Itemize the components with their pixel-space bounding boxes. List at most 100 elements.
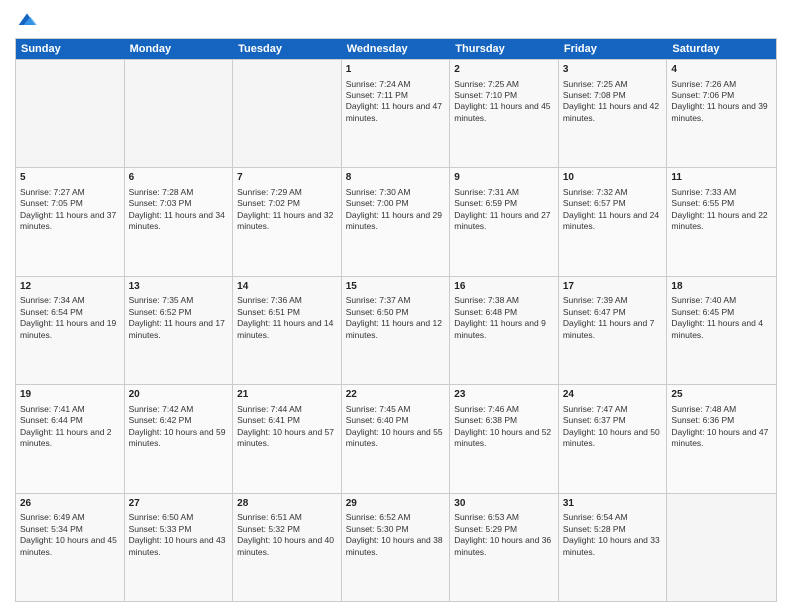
calendar-cell-21: 21 Sunrise: 7:44 AM Sunset: 6:41 PM Dayli… xyxy=(233,385,342,492)
day-info: Sunrise: 6:49 AM Sunset: 5:34 PM Dayligh… xyxy=(20,512,120,558)
calendar-cell-8: 8 Sunrise: 7:30 AM Sunset: 7:00 PM Daylig… xyxy=(342,168,451,275)
calendar-cell-10: 10Sunrise: 7:32 AM Sunset: 6:57 PM Dayli… xyxy=(559,168,668,275)
day-info: Sunrise: 6:52 AM Sunset: 5:30 PM Dayligh… xyxy=(346,512,446,558)
calendar-body: 1 Sunrise: 7:24 AM Sunset: 7:11 PM Daylig… xyxy=(16,59,776,601)
calendar-cell-20: 20 Sunrise: 7:42 AM Sunset: 6:42 PM Dayli… xyxy=(125,385,234,492)
calendar-cell-24: 24 Sunrise: 7:47 AM Sunset: 6:37 PM Dayli… xyxy=(559,385,668,492)
calendar-row-1: 5Sunrise: 7:27 AM Sunset: 7:05 PM Daylig… xyxy=(16,167,776,275)
calendar-cell-2: 2Sunrise: 7:25 AM Sunset: 7:10 PM Daylig… xyxy=(450,60,559,167)
calendar-cell-empty xyxy=(667,494,776,601)
day-info: Sunrise: 7:28 AM Sunset: 7:03 PM Dayligh… xyxy=(129,187,229,233)
day-info: Sunrise: 7:31 AM Sunset: 6:59 PM Dayligh… xyxy=(454,187,554,233)
day-info: Sunrise: 7:41 AM Sunset: 6:44 PM Dayligh… xyxy=(20,404,120,450)
calendar-cell-4: 4 Sunrise: 7:26 AM Sunset: 7:06 PM Daylig… xyxy=(667,60,776,167)
calendar-row-2: 12Sunrise: 7:34 AM Sunset: 6:54 PM Dayli… xyxy=(16,276,776,384)
day-number: 2 xyxy=(454,63,554,77)
page: SundayMondayTuesdayWednesdayThursdayFrid… xyxy=(0,0,792,612)
calendar-cell-11: 11 Sunrise: 7:33 AM Sunset: 6:55 PM Dayli… xyxy=(667,168,776,275)
day-info: Sunrise: 7:40 AM Sunset: 6:45 PM Dayligh… xyxy=(671,295,772,341)
day-number: 23 xyxy=(454,388,554,402)
logo xyxy=(15,10,37,30)
day-info: Sunrise: 7:48 AM Sunset: 6:36 PM Dayligh… xyxy=(671,404,772,450)
day-number: 4 xyxy=(671,63,772,77)
calendar-row-0: 1 Sunrise: 7:24 AM Sunset: 7:11 PM Daylig… xyxy=(16,59,776,167)
day-info: Sunrise: 7:45 AM Sunset: 6:40 PM Dayligh… xyxy=(346,404,446,450)
day-number: 11 xyxy=(671,171,772,185)
calendar-cell-27: 27Sunrise: 6:50 AM Sunset: 5:33 PM Dayli… xyxy=(125,494,234,601)
calendar-cell-12: 12Sunrise: 7:34 AM Sunset: 6:54 PM Dayli… xyxy=(16,277,125,384)
calendar-cell-26: 26Sunrise: 6:49 AM Sunset: 5:34 PM Dayli… xyxy=(16,494,125,601)
day-number: 28 xyxy=(237,497,337,511)
calendar-cell-28: 28Sunrise: 6:51 AM Sunset: 5:32 PM Dayli… xyxy=(233,494,342,601)
weekday-header-friday: Friday xyxy=(559,39,668,59)
day-info: Sunrise: 7:46 AM Sunset: 6:38 PM Dayligh… xyxy=(454,404,554,450)
calendar-cell-16: 16Sunrise: 7:38 AM Sunset: 6:48 PM Dayli… xyxy=(450,277,559,384)
calendar-cell-1: 1 Sunrise: 7:24 AM Sunset: 7:11 PM Daylig… xyxy=(342,60,451,167)
day-number: 17 xyxy=(563,280,663,294)
calendar-cell-23: 23 Sunrise: 7:46 AM Sunset: 6:38 PM Dayli… xyxy=(450,385,559,492)
weekday-header-thursday: Thursday xyxy=(450,39,559,59)
day-info: Sunrise: 7:44 AM Sunset: 6:41 PM Dayligh… xyxy=(237,404,337,450)
day-number: 21 xyxy=(237,388,337,402)
calendar-row-4: 26Sunrise: 6:49 AM Sunset: 5:34 PM Dayli… xyxy=(16,493,776,601)
day-number: 14 xyxy=(237,280,337,294)
day-number: 1 xyxy=(346,63,446,77)
day-number: 30 xyxy=(454,497,554,511)
day-number: 24 xyxy=(563,388,663,402)
day-number: 15 xyxy=(346,280,446,294)
day-info: Sunrise: 7:47 AM Sunset: 6:37 PM Dayligh… xyxy=(563,404,663,450)
day-info: Sunrise: 6:53 AM Sunset: 5:29 PM Dayligh… xyxy=(454,512,554,558)
day-info: Sunrise: 7:30 AM Sunset: 7:00 PM Dayligh… xyxy=(346,187,446,233)
weekday-header-wednesday: Wednesday xyxy=(342,39,451,59)
weekday-header-sunday: Sunday xyxy=(16,39,125,59)
day-number: 20 xyxy=(129,388,229,402)
calendar-cell-17: 17Sunrise: 7:39 AM Sunset: 6:47 PM Dayli… xyxy=(559,277,668,384)
calendar-cell-18: 18Sunrise: 7:40 AM Sunset: 6:45 PM Dayli… xyxy=(667,277,776,384)
day-info: Sunrise: 7:26 AM Sunset: 7:06 PM Dayligh… xyxy=(671,79,772,125)
calendar-cell-25: 25 Sunrise: 7:48 AM Sunset: 6:36 PM Dayli… xyxy=(667,385,776,492)
calendar-header: SundayMondayTuesdayWednesdayThursdayFrid… xyxy=(16,39,776,59)
calendar-cell-6: 6 Sunrise: 7:28 AM Sunset: 7:03 PM Daylig… xyxy=(125,168,234,275)
day-number: 18 xyxy=(671,280,772,294)
day-number: 31 xyxy=(563,497,663,511)
day-info: Sunrise: 7:36 AM Sunset: 6:51 PM Dayligh… xyxy=(237,295,337,341)
day-number: 16 xyxy=(454,280,554,294)
calendar: SundayMondayTuesdayWednesdayThursdayFrid… xyxy=(15,38,777,602)
day-info: Sunrise: 7:29 AM Sunset: 7:02 PM Dayligh… xyxy=(237,187,337,233)
day-number: 8 xyxy=(346,171,446,185)
day-info: Sunrise: 7:24 AM Sunset: 7:11 PM Dayligh… xyxy=(346,79,446,125)
day-number: 6 xyxy=(129,171,229,185)
day-info: Sunrise: 6:54 AM Sunset: 5:28 PM Dayligh… xyxy=(563,512,663,558)
calendar-cell-5: 5Sunrise: 7:27 AM Sunset: 7:05 PM Daylig… xyxy=(16,168,125,275)
day-number: 22 xyxy=(346,388,446,402)
calendar-row-3: 19 Sunrise: 7:41 AM Sunset: 6:44 PM Dayli… xyxy=(16,384,776,492)
header xyxy=(15,10,777,30)
day-number: 19 xyxy=(20,388,120,402)
day-number: 13 xyxy=(129,280,229,294)
day-info: Sunrise: 7:42 AM Sunset: 6:42 PM Dayligh… xyxy=(129,404,229,450)
day-info: Sunrise: 7:27 AM Sunset: 7:05 PM Dayligh… xyxy=(20,187,120,233)
day-info: Sunrise: 7:25 AM Sunset: 7:08 PM Dayligh… xyxy=(563,79,663,125)
calendar-cell-29: 29Sunrise: 6:52 AM Sunset: 5:30 PM Dayli… xyxy=(342,494,451,601)
calendar-cell-30: 30Sunrise: 6:53 AM Sunset: 5:29 PM Dayli… xyxy=(450,494,559,601)
weekday-header-saturday: Saturday xyxy=(667,39,776,59)
calendar-cell-empty xyxy=(16,60,125,167)
calendar-cell-7: 7Sunrise: 7:29 AM Sunset: 7:02 PM Daylig… xyxy=(233,168,342,275)
day-number: 12 xyxy=(20,280,120,294)
calendar-cell-3: 3 Sunrise: 7:25 AM Sunset: 7:08 PM Daylig… xyxy=(559,60,668,167)
day-info: Sunrise: 6:50 AM Sunset: 5:33 PM Dayligh… xyxy=(129,512,229,558)
day-number: 3 xyxy=(563,63,663,77)
calendar-cell-13: 13Sunrise: 7:35 AM Sunset: 6:52 PM Dayli… xyxy=(125,277,234,384)
day-number: 27 xyxy=(129,497,229,511)
day-number: 29 xyxy=(346,497,446,511)
day-number: 25 xyxy=(671,388,772,402)
day-number: 10 xyxy=(563,171,663,185)
day-info: Sunrise: 7:37 AM Sunset: 6:50 PM Dayligh… xyxy=(346,295,446,341)
weekday-header-tuesday: Tuesday xyxy=(233,39,342,59)
day-info: Sunrise: 7:39 AM Sunset: 6:47 PM Dayligh… xyxy=(563,295,663,341)
logo-icon xyxy=(17,10,37,30)
day-info: Sunrise: 7:38 AM Sunset: 6:48 PM Dayligh… xyxy=(454,295,554,341)
calendar-cell-empty xyxy=(125,60,234,167)
day-info: Sunrise: 7:33 AM Sunset: 6:55 PM Dayligh… xyxy=(671,187,772,233)
calendar-cell-15: 15Sunrise: 7:37 AM Sunset: 6:50 PM Dayli… xyxy=(342,277,451,384)
